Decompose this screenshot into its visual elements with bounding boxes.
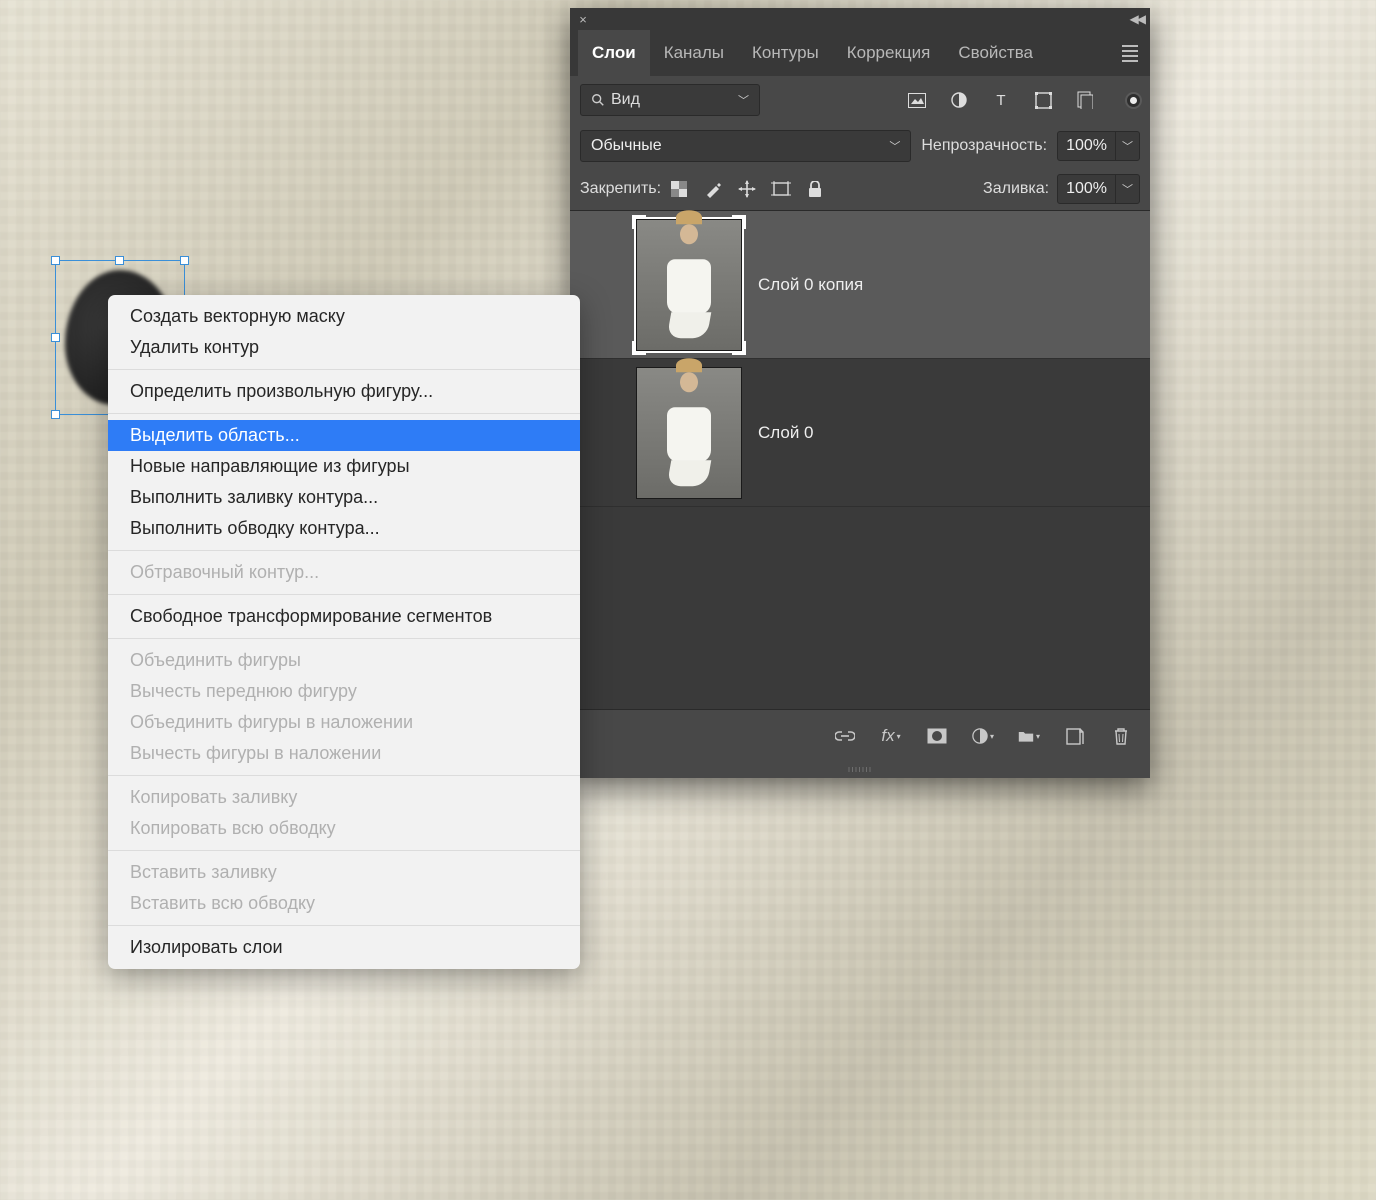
- blend-mode-select[interactable]: Обычные ﹀: [580, 130, 911, 162]
- context-menu-item[interactable]: Создать векторную маску: [108, 301, 580, 332]
- filter-pixel-icon[interactable]: [907, 90, 927, 110]
- context-menu-item[interactable]: Удалить контур: [108, 332, 580, 363]
- handle-ml[interactable]: [51, 333, 60, 342]
- filter-icons: T: [907, 90, 1140, 110]
- context-menu-item: Копировать всю обводку: [108, 813, 580, 844]
- blend-mode-value: Обычные: [591, 137, 662, 155]
- context-menu-item[interactable]: Новые направляющие из фигуры: [108, 451, 580, 482]
- tab-label: Каналы: [664, 43, 724, 63]
- lock-all-icon[interactable]: [805, 179, 825, 199]
- lock-label: Закрепить:: [580, 180, 661, 198]
- menu-separator: [108, 369, 580, 370]
- context-menu-item: Вставить заливку: [108, 857, 580, 888]
- resize-grip[interactable]: ııııııı: [570, 762, 1150, 778]
- chevron-down-icon[interactable]: ﹀: [1115, 175, 1139, 203]
- panel-tabs: Слои Каналы Контуры Коррекция Свойства: [570, 30, 1150, 76]
- menu-separator: [108, 638, 580, 639]
- tab-label: Слои: [592, 43, 636, 63]
- filter-toggle[interactable]: [1127, 94, 1140, 107]
- new-group-icon[interactable]: ▾: [1018, 725, 1040, 747]
- delete-layer-icon[interactable]: [1110, 725, 1132, 747]
- filter-type-icon[interactable]: T: [991, 90, 1011, 110]
- opacity-value: 100%: [1058, 137, 1115, 155]
- context-menu-item: Копировать заливку: [108, 782, 580, 813]
- menu-separator: [108, 850, 580, 851]
- layer-row[interactable]: Слой 0: [570, 359, 1150, 507]
- tab-label: Контуры: [752, 43, 819, 63]
- lock-transparency-icon[interactable]: [669, 179, 689, 199]
- lock-pixels-icon[interactable]: [703, 179, 723, 199]
- context-menu-item[interactable]: Определить произвольную фигуру...: [108, 376, 580, 407]
- context-menu-item: Объединить фигуры в наложении: [108, 707, 580, 738]
- fill-input[interactable]: 100% ﹀: [1057, 174, 1140, 204]
- handle-bl[interactable]: [51, 410, 60, 419]
- menu-separator: [108, 413, 580, 414]
- lock-artboard-icon[interactable]: [771, 179, 791, 199]
- filter-shape-icon[interactable]: [1033, 90, 1053, 110]
- context-menu-item: Вставить всю обводку: [108, 888, 580, 919]
- new-layer-icon[interactable]: [1064, 725, 1086, 747]
- search-icon: [591, 93, 605, 107]
- layer-filter-select[interactable]: Вид ﹀: [580, 84, 760, 116]
- handle-tm[interactable]: [115, 256, 124, 265]
- layer-name: Слой 0: [758, 423, 814, 443]
- menu-separator: [108, 925, 580, 926]
- context-menu-item[interactable]: Изолировать слои: [108, 932, 580, 963]
- lock-position-icon[interactable]: [737, 179, 757, 199]
- context-menu-item[interactable]: Выполнить обводку контура...: [108, 513, 580, 544]
- handle-tl[interactable]: [51, 256, 60, 265]
- fill-label: Заливка:: [983, 180, 1049, 198]
- tab-channels[interactable]: Каналы: [650, 30, 738, 76]
- tab-properties[interactable]: Свойства: [944, 30, 1047, 76]
- context-menu-item: Вычесть переднюю фигуру: [108, 676, 580, 707]
- menu-separator: [108, 594, 580, 595]
- opacity-input[interactable]: 100% ﹀: [1057, 131, 1140, 161]
- menu-separator: [108, 775, 580, 776]
- context-menu-item: Объединить фигуры: [108, 645, 580, 676]
- handle-tr[interactable]: [180, 256, 189, 265]
- layer-row[interactable]: Слой 0 копия: [570, 211, 1150, 359]
- tab-paths[interactable]: Контуры: [738, 30, 833, 76]
- panel-menu-icon[interactable]: [1118, 45, 1142, 62]
- close-icon[interactable]: ×: [576, 12, 590, 27]
- collapse-icon[interactable]: ◀◀: [1130, 12, 1144, 26]
- layers-list: Слой 0 копия Слой 0: [570, 210, 1150, 710]
- filter-label: Вид: [611, 91, 640, 109]
- chevron-down-icon: ﹀: [889, 138, 900, 154]
- context-menu-item[interactable]: Выполнить заливку контура...: [108, 482, 580, 513]
- tab-label: Коррекция: [847, 43, 931, 63]
- layers-panel: × ◀◀ Слои Каналы Контуры Коррекция Свойс…: [570, 8, 1150, 778]
- panel-titlebar[interactable]: × ◀◀: [570, 8, 1150, 30]
- link-layers-icon[interactable]: [834, 725, 856, 747]
- context-menu-item[interactable]: Выделить область...: [108, 420, 580, 451]
- fill-value: 100%: [1058, 180, 1115, 198]
- add-mask-icon[interactable]: [926, 725, 948, 747]
- chevron-down-icon: ﹀: [738, 92, 749, 108]
- context-menu-item: Обтравочный контур...: [108, 557, 580, 588]
- opacity-label: Непрозрачность:: [921, 137, 1047, 155]
- filter-adjustment-icon[interactable]: [949, 90, 969, 110]
- layer-thumbnail[interactable]: [636, 367, 742, 499]
- context-menu: Создать векторную маскуУдалить контур Опр…: [108, 295, 580, 969]
- tab-layers[interactable]: Слои: [578, 30, 650, 76]
- filter-smartobject-icon[interactable]: [1075, 90, 1095, 110]
- new-adjustment-icon[interactable]: ▾: [972, 725, 994, 747]
- tab-label: Свойства: [958, 43, 1033, 63]
- svg-text:T: T: [996, 92, 1005, 108]
- panel-footer: fx▾ ▾ ▾: [570, 710, 1150, 762]
- context-menu-item: Вычесть фигуры в наложении: [108, 738, 580, 769]
- chevron-down-icon[interactable]: ﹀: [1115, 132, 1139, 160]
- context-menu-item[interactable]: Свободное трансформирование сегментов: [108, 601, 580, 632]
- layer-thumbnail[interactable]: [636, 219, 742, 351]
- menu-separator: [108, 550, 580, 551]
- layer-name: Слой 0 копия: [758, 275, 863, 295]
- tab-adjustments[interactable]: Коррекция: [833, 30, 945, 76]
- layer-fx-icon[interactable]: fx▾: [880, 725, 902, 747]
